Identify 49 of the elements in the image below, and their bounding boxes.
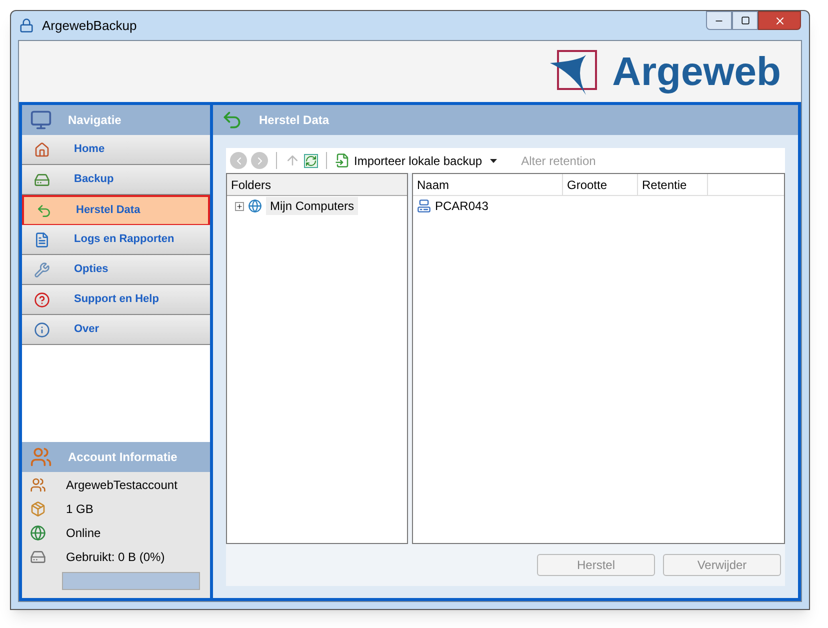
help-icon: [34, 292, 50, 308]
lock-icon: [19, 18, 34, 33]
drive-icon: [34, 172, 50, 188]
import-file-icon: [335, 153, 350, 168]
globe-icon: [248, 199, 262, 213]
users-icon: [30, 446, 52, 468]
arrow-icon: [36, 202, 52, 218]
account-text: Gebruikt: 0 B (0%): [66, 549, 165, 566]
import-button[interactable]: Importeer lokale backup: [335, 152, 498, 170]
drive-icon: [30, 549, 46, 565]
close-button[interactable]: [758, 11, 801, 30]
account-text: 1 GB: [66, 501, 94, 518]
column-header[interactable]: Naam: [413, 174, 563, 195]
nav-item[interactable]: Backup: [22, 165, 210, 195]
logo-text: Argeweb: [612, 52, 781, 92]
close-icon: [774, 14, 786, 26]
users-icon: [30, 477, 46, 493]
nav-item[interactable]: Home: [22, 135, 210, 165]
account-text: Online: [66, 525, 101, 542]
nav-item[interactable]: Herstel Data: [22, 195, 210, 225]
wrench-icon: [34, 262, 50, 278]
column-header[interactable]: Retentie: [638, 174, 708, 195]
info-icon: [34, 322, 50, 338]
maximize-button[interactable]: [732, 11, 758, 30]
refresh-icon: [305, 154, 317, 166]
nav-item[interactable]: Over: [22, 315, 210, 345]
globe-icon: [30, 525, 46, 541]
table-cell[interactable]: PCAR043: [435, 197, 488, 215]
document-icon: [34, 232, 50, 248]
expand-toggle[interactable]: [235, 202, 244, 210]
panel-title: Herstel Data: [259, 112, 330, 129]
account-text: ArgewebTestaccount: [66, 477, 178, 494]
navigation-title: Navigatie: [68, 112, 122, 129]
refresh-button[interactable]: [304, 154, 318, 168]
nav-item[interactable]: Support en Help: [22, 285, 210, 315]
window-title: ArgewebBackup: [42, 16, 137, 35]
folders-header: Folders: [227, 174, 407, 196]
column-header[interactable]: Grootte: [563, 174, 638, 195]
home-icon: [34, 142, 50, 158]
box-icon: [30, 501, 46, 517]
account-title: Account Informatie: [68, 449, 178, 466]
nav-item[interactable]: Logs en Rapporten: [22, 225, 210, 255]
arrow-icon: [221, 109, 243, 131]
caret-icon: [490, 158, 498, 162]
tree-item[interactable]: Mijn Computers: [266, 197, 358, 215]
maximize-icon: [740, 16, 750, 25]
nav-item[interactable]: Opties: [22, 255, 210, 285]
computer-icon: [30, 109, 52, 131]
computer-icon: [417, 199, 431, 213]
